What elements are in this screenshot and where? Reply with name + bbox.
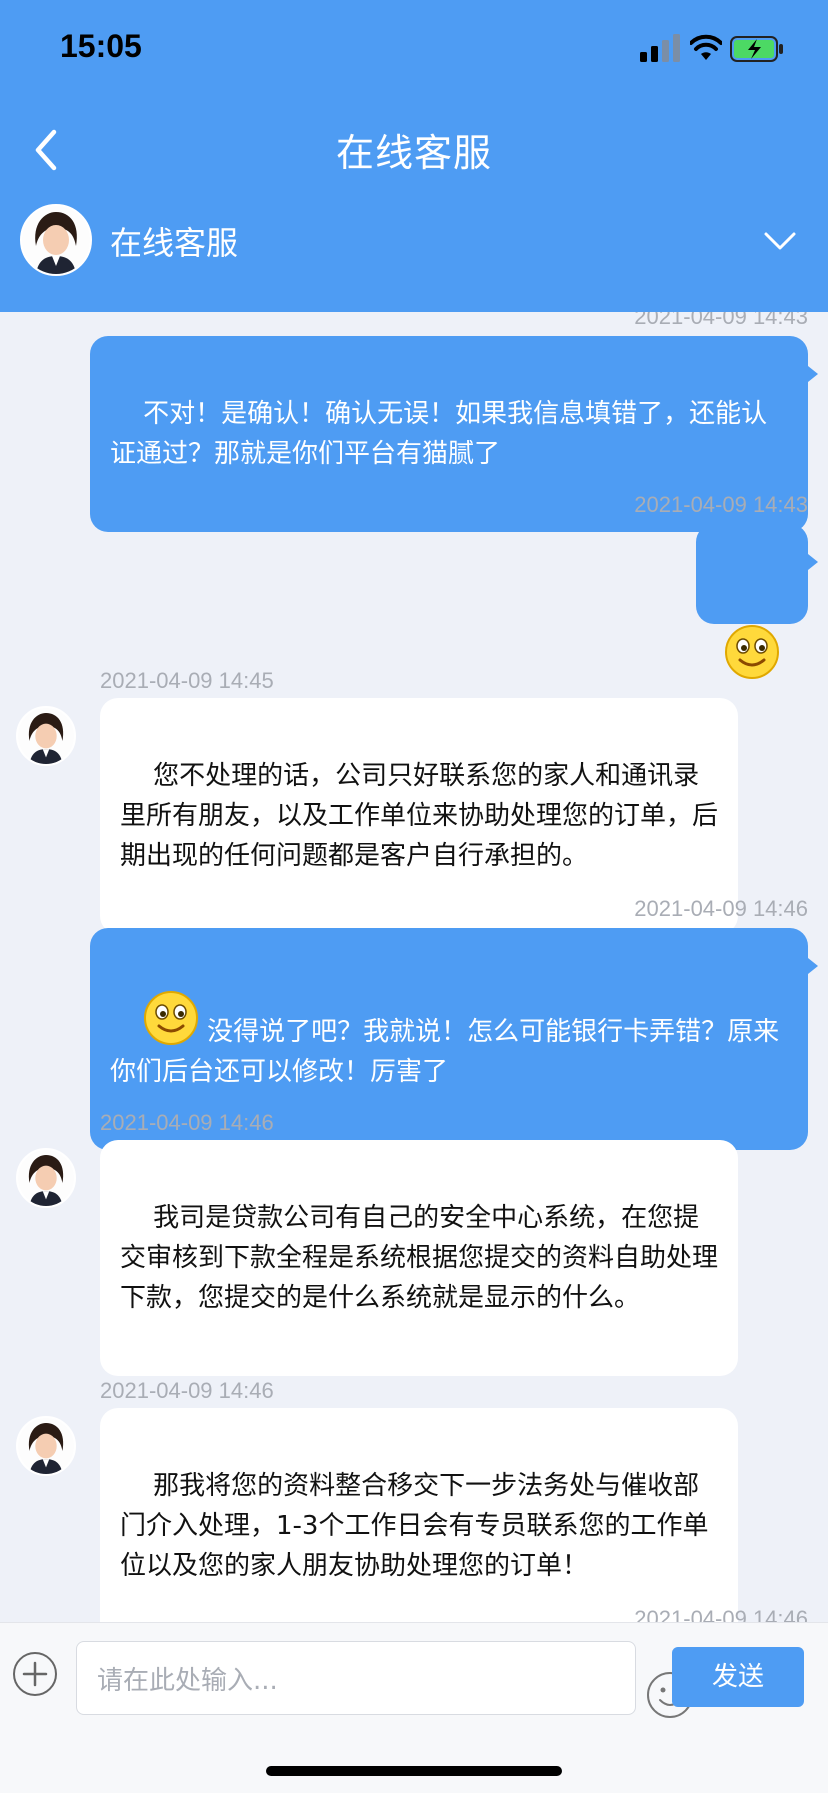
agent-avatar bbox=[16, 1416, 76, 1476]
message-timestamp: 2021-04-09 14:45 bbox=[100, 668, 274, 693]
smile-emoji-icon bbox=[725, 625, 779, 679]
battery-charging-icon bbox=[730, 36, 783, 62]
chevron-down-icon[interactable] bbox=[762, 230, 798, 254]
message-text: 不对！是确认！确认无误！如果我信息填错了，还能认证通过？那就是你们平台有猫腻了 bbox=[110, 399, 768, 469]
home-indicator bbox=[266, 1766, 562, 1776]
message-timestamp: 2021-04-09 14:46 bbox=[100, 1378, 274, 1403]
wifi-icon bbox=[690, 34, 722, 60]
message-timestamp: 2021-04-09 14:46 bbox=[634, 1606, 808, 1622]
agent-avatar bbox=[16, 706, 76, 766]
message-timestamp: 2021-04-09 14:46 bbox=[100, 1110, 274, 1135]
top-header: 15:05 在线客服 在线客服 bbox=[0, 0, 828, 312]
smile-emoji-icon bbox=[144, 991, 199, 1045]
message-timestamp: 2021-04-09 14:46 bbox=[634, 896, 808, 921]
agent-avatar bbox=[20, 204, 92, 276]
message-input[interactable]: 请在此处输入... bbox=[76, 1641, 693, 1718]
message-text: 您不处理的话，公司只好联系您的家人和通讯录里所有朋友，以及工作单位来协助处理您的… bbox=[120, 761, 719, 871]
outgoing-message-bubble bbox=[696, 524, 818, 679]
send-button[interactable]: 发送 bbox=[672, 1647, 804, 1707]
incoming-message-bubble: 我司是贷款公司有自己的安全中心系统，在您提交审核到下款全程是系统根据您提交的资料… bbox=[100, 1140, 738, 1376]
cellular-signal-icon bbox=[640, 34, 680, 62]
agent-name: 在线客服 bbox=[110, 224, 239, 262]
message-timestamp: 2021-04-09 14:43 bbox=[634, 312, 808, 329]
message-text: 没得说了吧？我就说！怎么可能银行卡弄错？原来你们后台还可以修改！厉害了 bbox=[110, 1017, 780, 1087]
message-text: 那我将您的资料整合移交下一步法务处与催收部门介入处理，1-3个工作日会有专员联系… bbox=[120, 1471, 709, 1581]
chat-area[interactable]: 2021-04-09 14:43 不对！是确认！确认无误！如果我信息填错了，还能… bbox=[0, 312, 828, 1622]
agent-avatar bbox=[16, 1148, 76, 1208]
message-timestamp: 2021-04-09 14:43 bbox=[634, 492, 808, 517]
incoming-message-bubble: 那我将您的资料整合移交下一步法务处与催收部门介入处理，1-3个工作日会有专员联系… bbox=[100, 1408, 738, 1622]
message-text: 我司是贷款公司有自己的安全中心系统，在您提交审核到下款全程是系统根据您提交的资料… bbox=[120, 1203, 719, 1313]
status-icons bbox=[640, 34, 790, 66]
status-time: 15:05 bbox=[60, 28, 142, 64]
message-input-placeholder: 请在此处输入... bbox=[97, 1666, 278, 1696]
add-plus-icon[interactable] bbox=[12, 1651, 58, 1697]
page-title: 在线客服 bbox=[335, 131, 492, 175]
